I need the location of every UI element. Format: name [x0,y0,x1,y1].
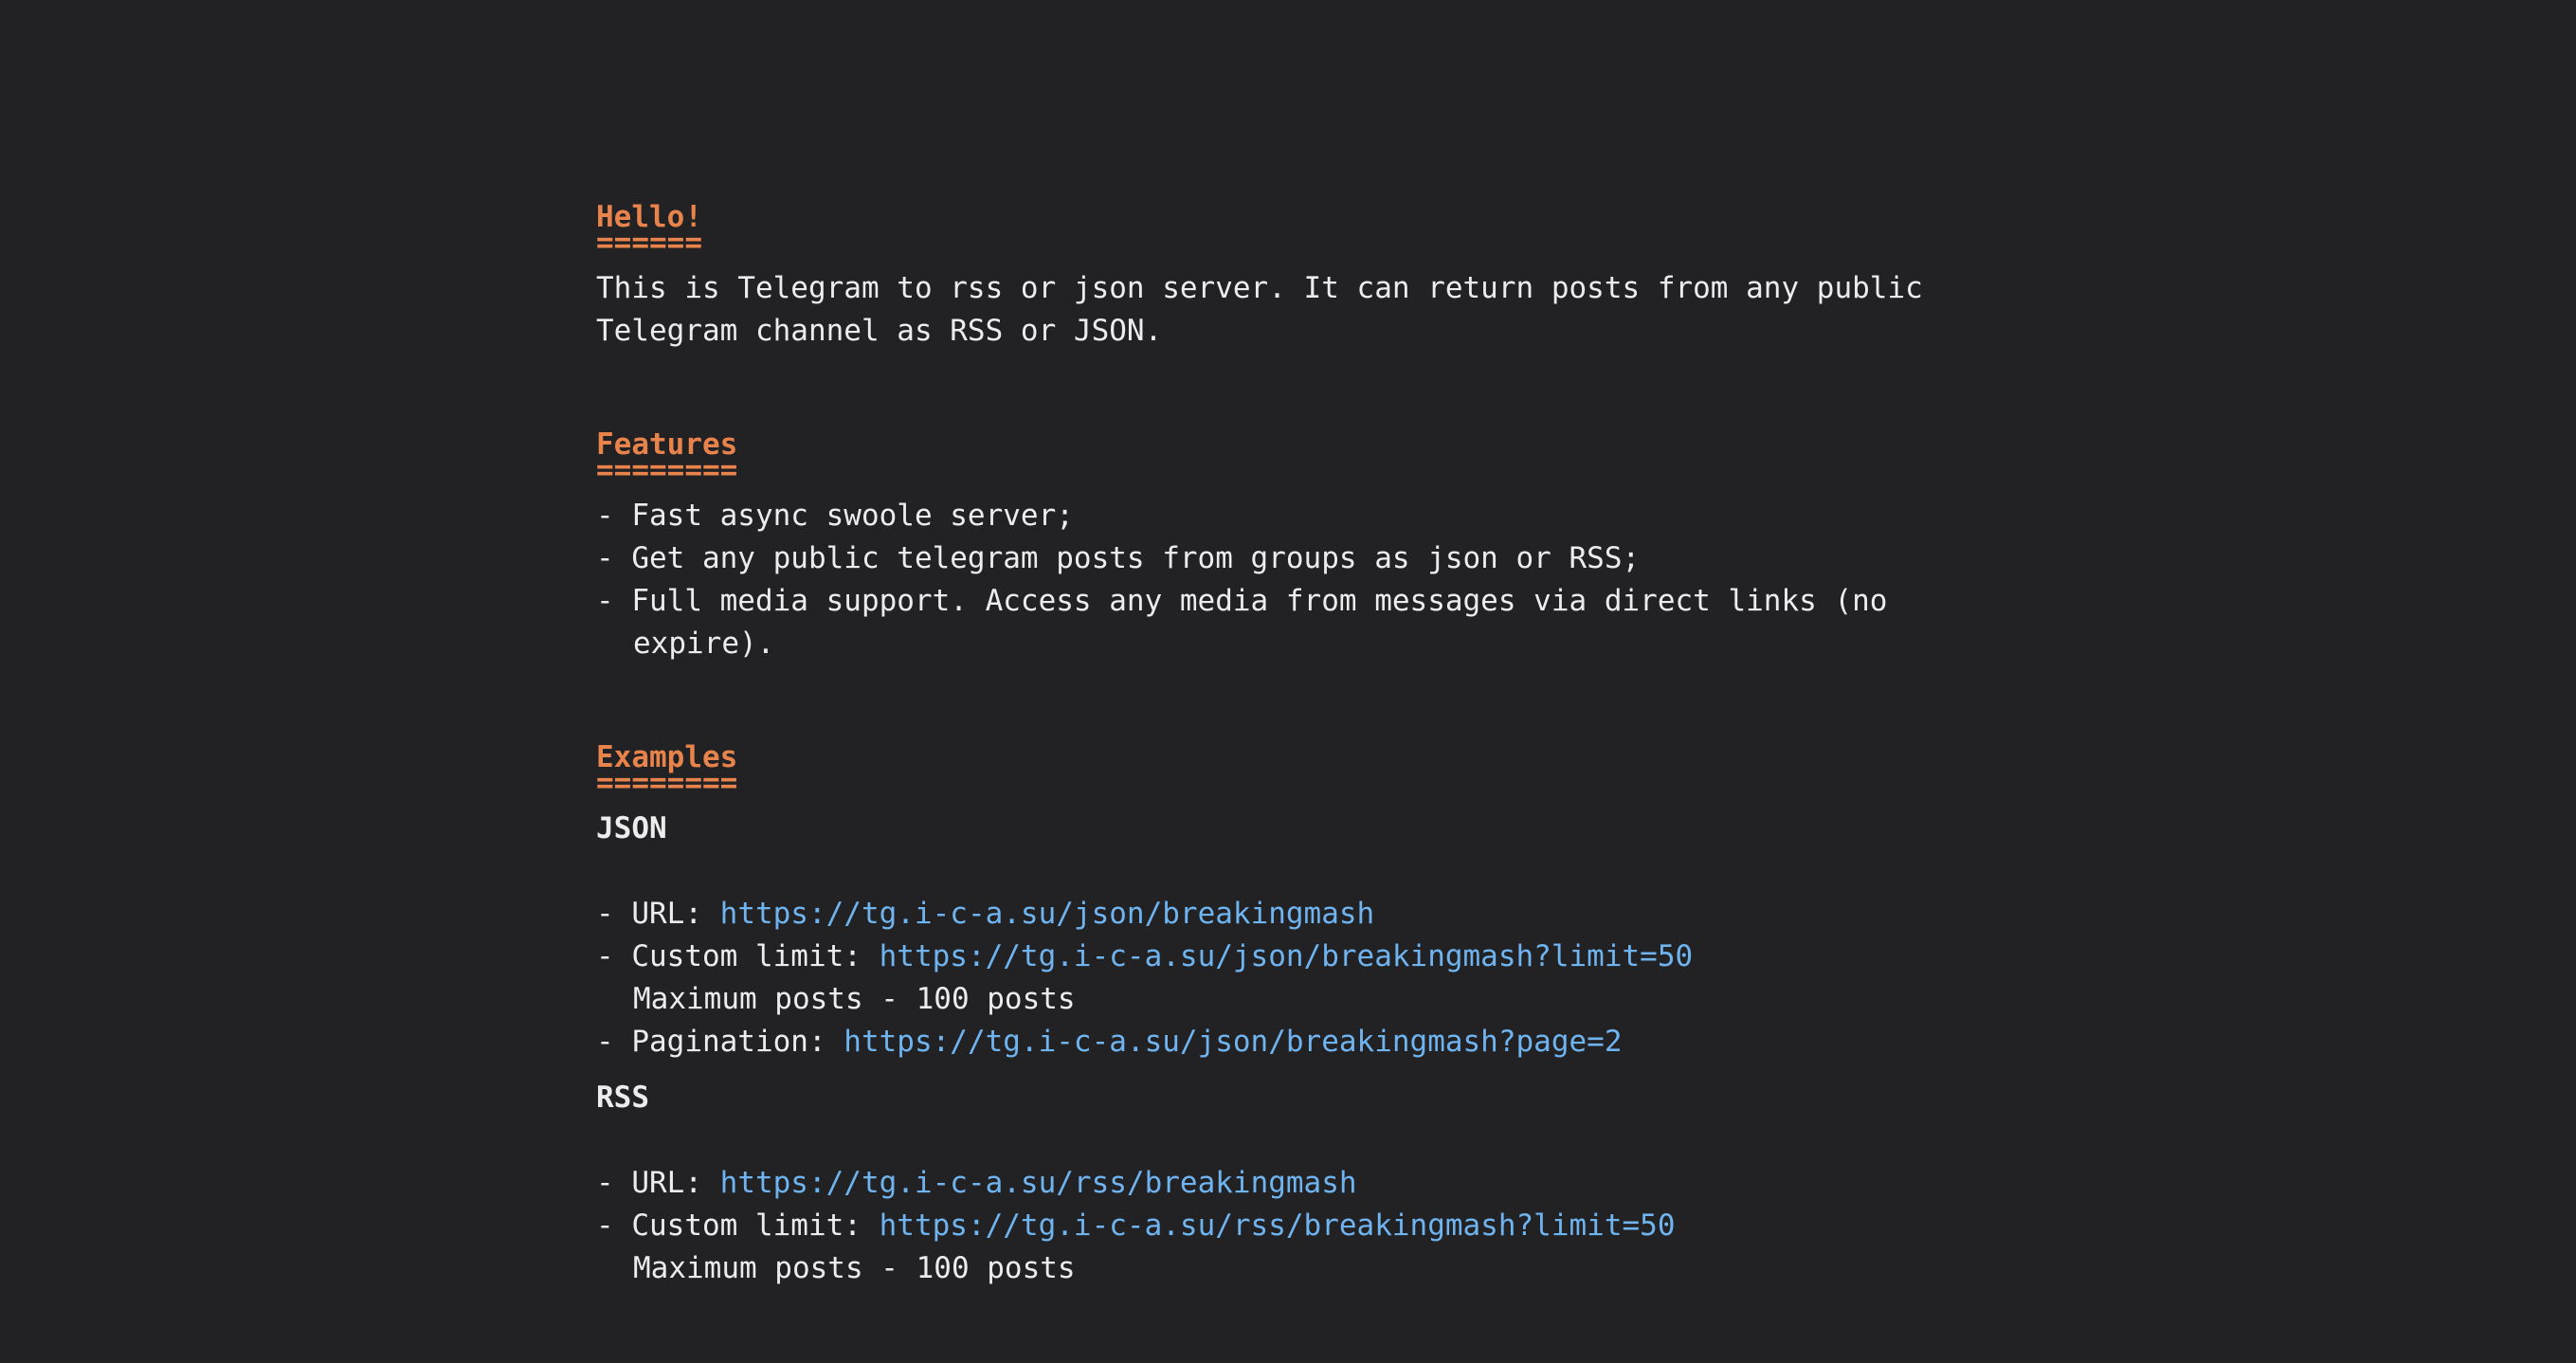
rss-limit-line: - Custom limit: https://tg.i-c-a.su/rss/… [596,1205,2018,1247]
json-subheading: JSON [596,811,667,845]
readme-content: Hello! ====== This is Telegram to rss or… [596,201,2018,1290]
hello-line-2: Telegram channel as RSS or JSON. [596,314,1163,348]
rss-limit-prefix: - Custom limit: [596,1209,880,1243]
json-url-prefix: - URL: [596,897,720,931]
feature-item: - Get any public telegram posts from gro… [596,541,1641,575]
rss-max-note: Maximum posts - 100 posts [633,1251,1076,1285]
examples-section: Examples ======== JSON - URL: https://tg… [596,741,2018,1290]
json-limit-line: - Custom limit: https://tg.i-c-a.su/json… [596,936,2018,978]
json-page-link[interactable]: https://tg.i-c-a.su/json/breakingmash?pa… [844,1025,1622,1059]
features-heading: Features [596,427,738,462]
rss-limit-link[interactable]: https://tg.i-c-a.su/rss/breakingmash?lim… [880,1209,1676,1243]
examples-heading: Examples [596,740,738,774]
json-page-line: - Pagination: https://tg.i-c-a.su/json/b… [596,1021,2018,1063]
json-url-line: - URL: https://tg.i-c-a.su/json/breaking… [596,893,2018,936]
json-url-link[interactable]: https://tg.i-c-a.su/json/breakingmash [720,897,1375,931]
json-limit-prefix: - Custom limit: [596,939,880,973]
hello-section: Hello! ====== This is Telegram to rss or… [596,201,2018,353]
feature-item-continuation: expire). [633,627,775,661]
feature-item: - Full media support. Access any media f… [596,584,1888,618]
features-heading-underline: ======== [596,453,738,487]
hello-line-1: This is Telegram to rss or json server. … [596,271,1923,305]
json-limit-link[interactable]: https://tg.i-c-a.su/json/breakingmash?li… [880,939,1694,973]
feature-item: - Fast async swoole server; [596,499,1074,533]
rss-url-link[interactable]: https://tg.i-c-a.su/rss/breakingmash [720,1166,1357,1200]
json-page-prefix: - Pagination: [596,1025,844,1059]
examples-heading-underline: ======== [596,766,738,800]
rss-url-line: - URL: https://tg.i-c-a.su/rss/breakingm… [596,1162,2018,1205]
hello-heading-underline: ====== [596,226,702,260]
rss-subheading: RSS [596,1081,649,1115]
hello-heading: Hello! [596,200,702,234]
features-section: Features ======== - Fast async swoole se… [596,428,2018,665]
json-max-note: Maximum posts - 100 posts [633,982,1076,1016]
rss-url-prefix: - URL: [596,1166,720,1200]
